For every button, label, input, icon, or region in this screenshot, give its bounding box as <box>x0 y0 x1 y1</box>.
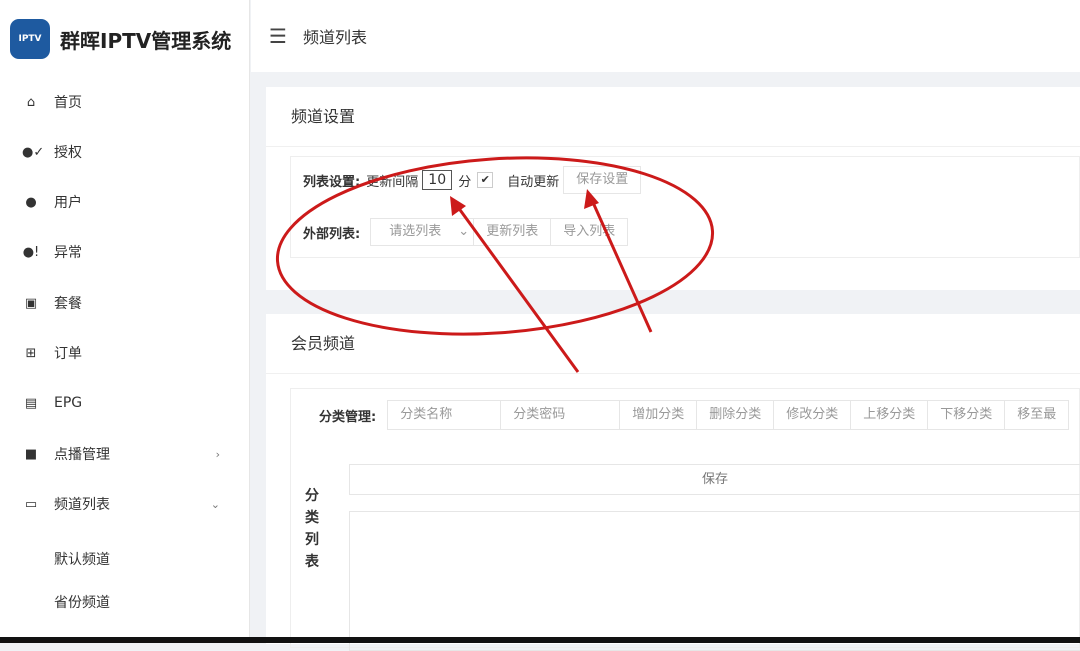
list-select[interactable]: 请选列表 ⌄ <box>370 218 475 246</box>
save-settings-button[interactable]: 保存设置 <box>563 166 642 194</box>
category-label: 分类管理: <box>319 409 377 425</box>
bottom-bar <box>0 637 1080 643</box>
menu-icon[interactable]: ☰ <box>269 24 287 48</box>
bag-icon: ▣ <box>24 295 38 311</box>
label-char: 列 <box>305 532 319 548</box>
interval-input[interactable]: 10 <box>422 170 453 190</box>
sidebar-item-vod[interactable]: ■ 点播管理 › <box>0 434 250 474</box>
settings-box: 列表设置: 更新间隔 10 分 ✔ 自动更新 保存设置 外部列表: 请选列表 ⌄ … <box>290 156 1080 258</box>
label-char: 分 <box>305 488 319 504</box>
sidebar-subitem-default[interactable]: 默认频道 <box>54 549 110 569</box>
epg-icon: ▤ <box>24 395 38 411</box>
user-alert-icon: ●! <box>22 244 40 260</box>
js-icon: ■ <box>24 446 38 462</box>
move-to-top-button[interactable]: 移至最 <box>1004 400 1070 430</box>
tv-icon: ▭ <box>24 496 38 512</box>
sidebar-item-home[interactable]: ⌂ 首页 <box>0 82 250 122</box>
label-char: 表 <box>305 554 319 570</box>
user-icon: ● <box>25 194 37 210</box>
sidebar-item-package[interactable]: ▣ 套餐 <box>0 283 250 323</box>
select-placeholder: 请选列表 <box>389 224 442 239</box>
auto-update-checkbox[interactable]: ✔ <box>477 172 494 188</box>
delete-category-button[interactable]: 删除分类 <box>696 400 775 430</box>
sidebar-item-users[interactable]: ● 用户 <box>0 182 250 222</box>
sidebar-item-orders[interactable]: ⊞ 订单 <box>0 333 250 373</box>
category-password-input[interactable]: 分类密码 <box>500 400 621 430</box>
page-title: 频道列表 <box>302 28 367 47</box>
import-list-button[interactable]: 导入列表 <box>550 218 629 246</box>
sidebar-item-channels[interactable]: ▭ 频道列表 ⌄ <box>0 484 250 524</box>
app-title: 群晖IPTV管理系统 <box>60 28 232 53</box>
auto-update-label: 自动更新 <box>507 174 560 190</box>
move-up-button[interactable]: 上移分类 <box>850 400 929 430</box>
gift-icon: ⊞ <box>25 345 37 361</box>
sidebar-item-abnormal[interactable]: ●! 异常 <box>0 232 250 272</box>
chevron-down-icon: ⌄ <box>458 224 470 239</box>
card-title: 会员频道 <box>266 314 1080 374</box>
move-down-button[interactable]: 下移分类 <box>927 400 1006 430</box>
list-settings-label: 列表设置: <box>303 174 361 190</box>
edit-category-button[interactable]: 修改分类 <box>773 400 852 430</box>
tv-logo-icon: IPTV <box>10 19 50 59</box>
save-button[interactable]: 保存 <box>349 464 1080 495</box>
unit-label: 分 <box>458 174 472 190</box>
sidebar: IPTV 群晖IPTV管理系统 ⌂ 首页 ●✓ 授权 ● 用户 ●! 异常 ▣ 套餐 ⊞ 订… <box>0 0 250 637</box>
category-box: 分类管理: 分类名称 分类密码 增加分类 删除分类 修改分类 上移分类 下移分类… <box>290 388 1080 651</box>
external-list-label: 外部列表: <box>303 226 361 242</box>
label-char: 类 <box>305 510 319 526</box>
update-list-button[interactable]: 更新列表 <box>473 218 552 246</box>
sidebar-item-epg[interactable]: ▤ EPG <box>0 383 250 423</box>
interval-label: 更新间隔 <box>366 174 419 190</box>
user-check-icon: ●✓ <box>22 144 45 160</box>
sidebar-subitem-province[interactable]: 省份频道 <box>54 592 110 612</box>
logo: IPTV 群晖IPTV管理系统 <box>0 0 249 78</box>
chevron-right-icon: › <box>215 447 220 461</box>
header: ☰ 频道列表 <box>251 0 1080 72</box>
member-channels-card: 会员频道 分类管理: 分类名称 分类密码 增加分类 删除分类 修改分类 上移分类… <box>266 314 1080 651</box>
add-category-button[interactable]: 增加分类 <box>619 400 698 430</box>
home-icon: ⌂ <box>26 94 36 110</box>
category-name-input[interactable]: 分类名称 <box>387 400 502 430</box>
chevron-down-icon: ⌄ <box>210 497 220 511</box>
category-list-textarea[interactable] <box>349 511 1080 651</box>
sidebar-item-auth[interactable]: ●✓ 授权 <box>0 132 250 172</box>
category-list-label: 分 类 列 表 <box>305 485 325 573</box>
channel-settings-card: 频道设置 列表设置: 更新间隔 10 分 ✔ 自动更新 保存设置 外部列表: 请… <box>266 87 1080 290</box>
card-title: 频道设置 <box>266 87 1080 147</box>
